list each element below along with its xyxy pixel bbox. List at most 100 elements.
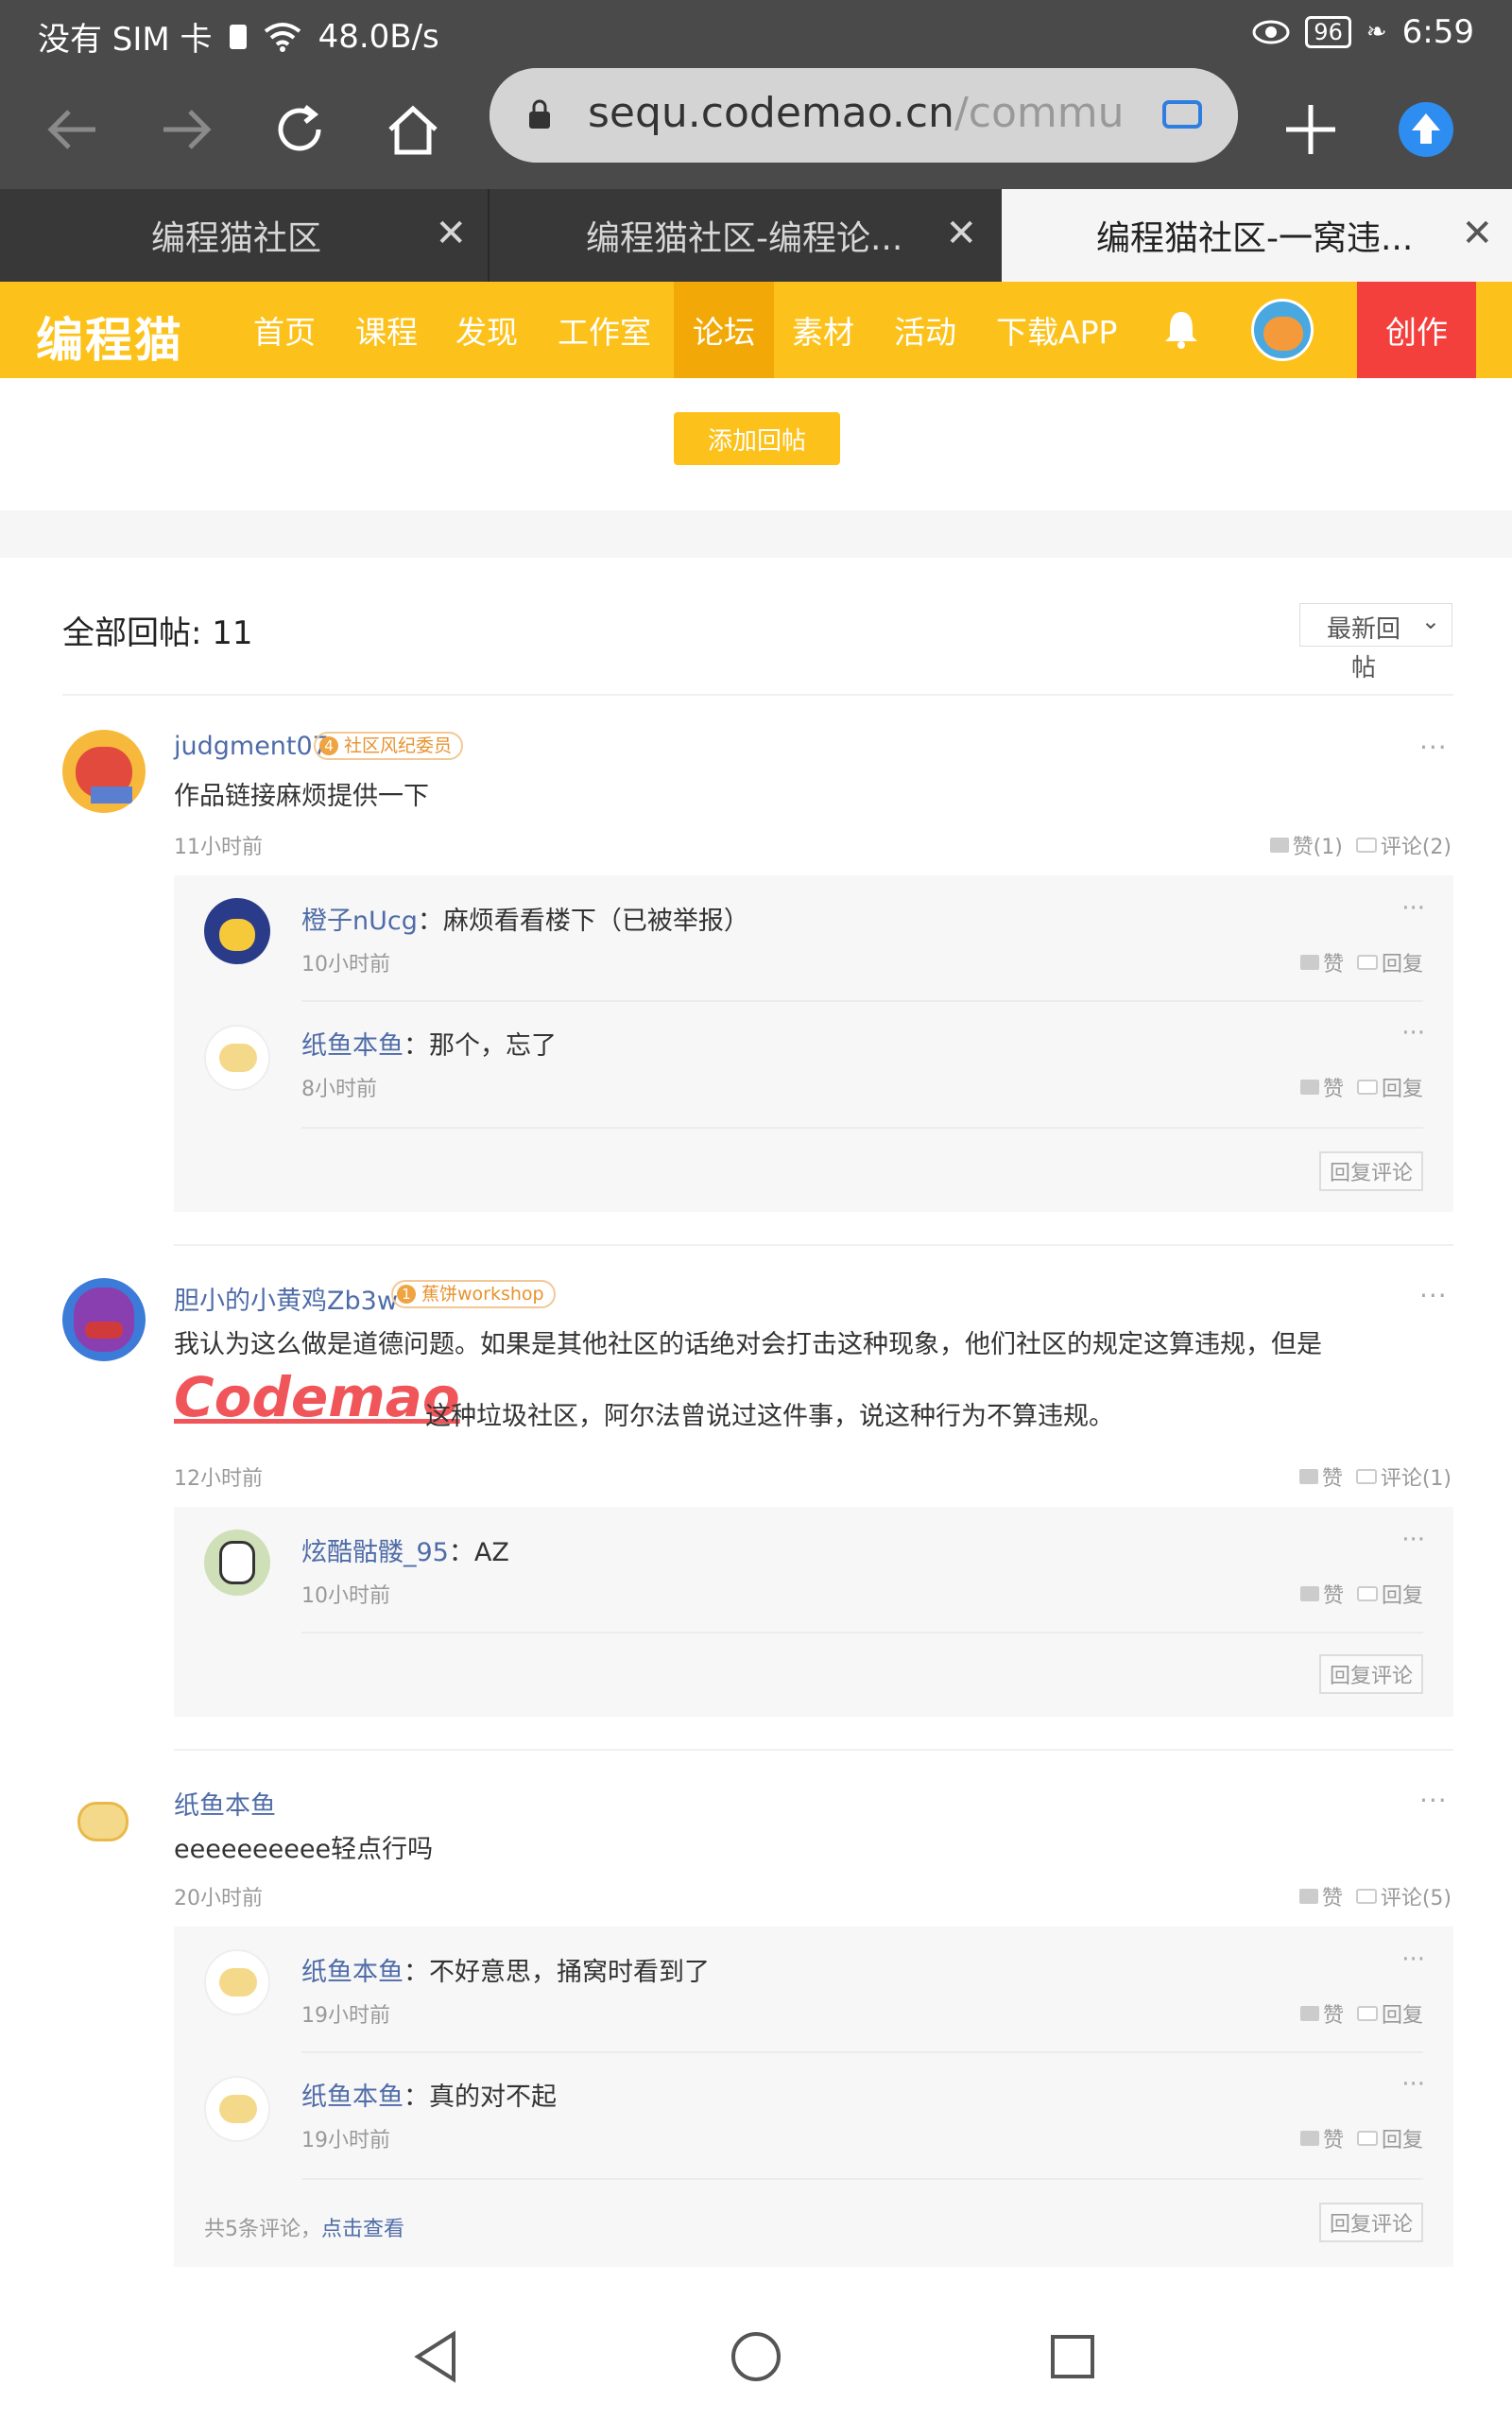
like-button[interactable]: 赞 <box>1299 1579 1344 1609</box>
reply-button[interactable]: 回复 <box>1356 1579 1423 1609</box>
comment-button[interactable]: 评论(2) <box>1355 830 1452 860</box>
avatar-cat-face <box>1263 317 1303 351</box>
home-button[interactable] <box>380 96 446 163</box>
clock: 6:59 <box>1401 13 1474 51</box>
like-button[interactable]: 赞 <box>1299 947 1344 977</box>
reply-button[interactable]: 回复 <box>1356 2123 1423 2153</box>
avatar[interactable] <box>62 730 146 813</box>
close-icon[interactable]: ✕ <box>435 212 467 255</box>
chevron-down-icon: ⌄ <box>1420 608 1440 634</box>
more-options-icon[interactable]: ··· <box>1401 894 1425 923</box>
comment-text: ：AZ <box>448 1538 509 1567</box>
nav-materials[interactable]: 素材 <box>792 282 854 378</box>
eye-icon <box>1252 20 1290 44</box>
post-author[interactable]: 纸鱼本鱼 <box>174 1785 276 1822</box>
browser-tab-1[interactable]: 编程猫社区 ✕ <box>0 189 490 282</box>
avatar-monster <box>74 1288 134 1352</box>
create-button[interactable]: 创作 <box>1357 282 1476 378</box>
reload-icon <box>278 105 321 151</box>
arrow-right-icon <box>163 110 212 149</box>
avatar[interactable] <box>62 1278 146 1361</box>
more-options-icon[interactable]: ··· <box>1419 732 1448 763</box>
comment-text: ：麻烦看看楼下（已被举报） <box>417 907 749 936</box>
comment-author[interactable]: 橙子nUcg <box>301 907 418 936</box>
browser-tab-3[interactable]: 编程猫社区-一窝违... ✕ <box>1002 189 1512 282</box>
browser-tab-2[interactable]: 编程猫社区-编程论... ✕ <box>491 189 1000 282</box>
nav-studio[interactable]: 工作室 <box>558 282 651 378</box>
like-button[interactable]: 赞 <box>1298 1881 1343 1911</box>
nav-home[interactable]: 首页 <box>253 282 316 378</box>
more-options-icon[interactable]: ··· <box>1401 2070 1425 2099</box>
more-options-icon[interactable]: ··· <box>1401 1945 1425 1974</box>
back-button[interactable] <box>40 96 106 163</box>
post-text-line: 我认为这么做是道德问题。如果是其他社区的话绝对会打击这种现象，他们社区的规定这算… <box>174 1330 1322 1359</box>
comment-button[interactable]: 评论(5) <box>1355 1881 1452 1911</box>
avatar[interactable] <box>204 898 270 964</box>
tab-cast-icon[interactable] <box>1162 100 1202 132</box>
post-text: eeeeeeeeee轻点行吗 <box>174 1835 434 1864</box>
like-button[interactable]: 赞(1) <box>1269 830 1343 860</box>
like-button[interactable]: 赞 <box>1299 1998 1344 2029</box>
forward-button[interactable] <box>153 96 219 163</box>
view-all-comments-link[interactable]: 点击查看 <box>321 2218 404 2241</box>
divider <box>301 2051 1423 2053</box>
url-field[interactable]: sequ.codemao.cn/commu <box>490 68 1238 163</box>
add-reply-button[interactable]: 添加回帖 <box>674 412 840 465</box>
like-button[interactable]: 赞 <box>1299 2123 1344 2153</box>
nav-events[interactable]: 活动 <box>894 282 956 378</box>
close-icon[interactable]: ✕ <box>945 212 977 255</box>
close-icon[interactable]: ✕ <box>1461 212 1493 255</box>
new-tab-button[interactable] <box>1278 96 1344 163</box>
nav-courses[interactable]: 课程 <box>355 282 418 378</box>
sheep-icon <box>219 1968 257 1996</box>
more-options-icon[interactable]: ··· <box>1419 1785 1448 1816</box>
user-avatar[interactable] <box>1251 299 1314 361</box>
system-back-button[interactable] <box>403 2324 469 2390</box>
like-button[interactable]: 赞 <box>1299 1072 1344 1102</box>
comment-author[interactable]: 纸鱼本鱼 <box>301 1031 404 1061</box>
nav-forum[interactable]: 论坛 <box>674 282 774 378</box>
bell-icon[interactable] <box>1160 308 1202 350</box>
avatar[interactable] <box>204 1530 270 1596</box>
post-actions: 赞 评论(1) <box>1298 1461 1452 1492</box>
reply-button[interactable]: 回复 <box>1356 1072 1423 1102</box>
comment-button[interactable]: 评论(1) <box>1355 1461 1452 1492</box>
reply-comment-button[interactable]: 回复评论 <box>1319 1151 1423 1191</box>
comment-time: 10小时前 <box>301 1584 390 1608</box>
avatar[interactable] <box>204 1949 270 2015</box>
comment-author[interactable]: 炫酷骷髅_95 <box>301 1538 449 1567</box>
status-bar: 没有 SIM 卡 48.0B/s 96 ❧ 6:59 <box>0 0 1512 68</box>
nav-discover[interactable]: 发现 <box>455 282 518 378</box>
avatar[interactable] <box>62 1783 146 1866</box>
avatar[interactable] <box>204 2076 270 2142</box>
system-home-button[interactable] <box>723 2324 789 2390</box>
post-author[interactable]: judgment07 <box>174 732 329 761</box>
reply-comment-button[interactable]: 回复评论 <box>1319 2203 1423 2242</box>
reply-comment-button[interactable]: 回复评论 <box>1319 1654 1423 1694</box>
browser-tab-strip: 编程猫社区 ✕ 编程猫社区-编程论... ✕ 编程猫社区-一窝违... ✕ <box>0 189 1512 282</box>
post-author[interactable]: 胆小的小黄鸡Zb3w <box>174 1280 398 1317</box>
system-recents-button[interactable] <box>1040 2324 1106 2390</box>
avatar[interactable] <box>204 1025 270 1091</box>
divider <box>174 1749 1453 1751</box>
comment-line: 纸鱼本鱼：不好意思，捅窝时看到了 <box>301 1951 710 1988</box>
reply-button[interactable]: 回复 <box>1356 947 1423 977</box>
site-logo[interactable]: 编程猫 <box>36 302 183 371</box>
divider <box>301 1127 1423 1129</box>
more-comments-count: 共5条评论， <box>204 2218 321 2241</box>
like-button[interactable]: 赞 <box>1298 1461 1343 1492</box>
comment-author[interactable]: 纸鱼本鱼 <box>301 2083 404 2112</box>
badge-label: 蕉饼workshop <box>421 1284 544 1305</box>
reload-button[interactable] <box>266 96 333 163</box>
more-options-icon[interactable]: ··· <box>1401 1019 1425 1047</box>
thumbs-up-icon <box>1299 1586 1319 1601</box>
update-button[interactable] <box>1393 96 1459 163</box>
more-options-icon[interactable]: ··· <box>1419 1280 1448 1311</box>
tab-title: 编程猫社区-编程论... <box>586 219 903 258</box>
comment-author[interactable]: 纸鱼本鱼 <box>301 1958 404 1987</box>
reply-button[interactable]: 回复 <box>1356 1998 1423 2029</box>
sort-select[interactable]: 最新回 ⌄ <box>1299 603 1452 647</box>
more-options-icon[interactable]: ··· <box>1401 1526 1425 1554</box>
comment-line: 纸鱼本鱼：那个，忘了 <box>301 1025 557 1062</box>
nav-download-app[interactable]: 下载APP <box>996 282 1117 378</box>
